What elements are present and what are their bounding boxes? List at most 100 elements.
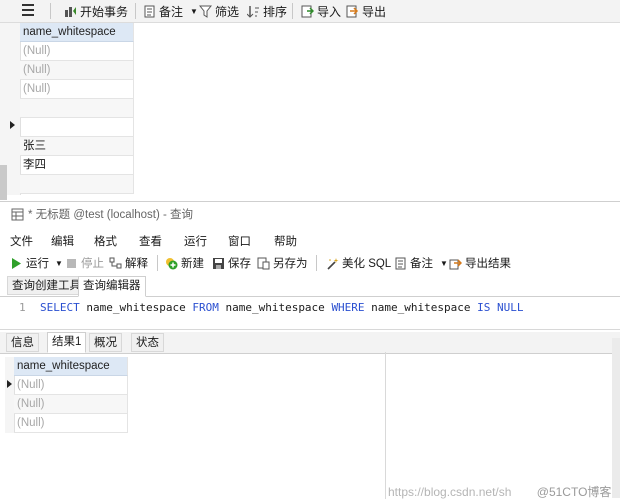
sort-icon: [246, 5, 260, 18]
menu-window[interactable]: 窗口: [228, 233, 251, 249]
sql-keyword: FROM: [192, 301, 219, 314]
save-as-icon: [257, 257, 270, 270]
menu-icon[interactable]: [22, 4, 34, 16]
magic-wand-icon: [326, 257, 339, 270]
table-cell[interactable]: [20, 118, 134, 137]
dropdown-arrow-icon[interactable]: ▼: [55, 259, 63, 268]
query-table-icon: [11, 208, 24, 221]
begin-transaction-label: 开始事务: [80, 4, 129, 19]
explain-label: 解释: [125, 258, 148, 270]
column-header-name-whitespace[interactable]: name_whitespace: [20, 23, 134, 42]
explain-button[interactable]: 解释: [109, 255, 148, 271]
table-cell[interactable]: 李四: [20, 156, 134, 175]
menu-run[interactable]: 运行: [184, 233, 207, 249]
sql-statement[interactable]: SELECT name_whitespace FROM name_whitesp…: [40, 301, 524, 314]
result-table-cell[interactable]: (Null): [14, 395, 128, 414]
sql-identifier: name_whitespace: [364, 301, 478, 314]
scrollbar[interactable]: [0, 165, 7, 200]
menu-file[interactable]: 文件: [10, 233, 33, 249]
explain-icon: [109, 257, 122, 270]
menu-view[interactable]: 查看: [139, 233, 162, 249]
filter-icon: [198, 5, 213, 18]
stop-icon: [65, 257, 78, 270]
filter-label: 筛选: [215, 4, 240, 19]
import-button[interactable]: 导入: [301, 3, 341, 19]
table-cell[interactable]: 张三: [20, 137, 134, 156]
table-cell[interactable]: (Null): [20, 42, 134, 61]
stop-button[interactable]: 停止: [65, 255, 104, 271]
table-toolbar: 开始事务 备注 ▼ 筛选 排序 导入 导出: [0, 0, 620, 23]
query-window: * 无标题 @test (localhost) - 查询 文件 编辑 格式 查看…: [0, 201, 620, 501]
tab-info[interactable]: 信息: [6, 333, 39, 352]
toolbar-divider: [157, 255, 158, 271]
new-query-button[interactable]: 新建: [165, 255, 204, 271]
tab-result1[interactable]: 结果1: [47, 332, 87, 353]
table-cell[interactable]: (Null): [20, 61, 134, 80]
document-icon: [143, 5, 156, 18]
table-grid: name_whitespace (Null) (Null) (Null) 张三 …: [20, 23, 134, 194]
save-icon: [212, 257, 225, 270]
panel-divider: [385, 352, 386, 499]
toolbar-divider: [316, 255, 317, 271]
sql-keyword: SELECT: [40, 301, 80, 314]
watermark-url: https://blog.csdn.net/sh: [388, 485, 512, 499]
toolbar-divider: [292, 3, 293, 19]
tab-overview[interactable]: 概况: [89, 333, 122, 352]
menu-edit[interactable]: 编辑: [51, 233, 74, 249]
result-tab-bar: 信息 结果1 概况 状态: [0, 332, 620, 354]
toolbar-divider: [135, 3, 136, 19]
begin-transaction-button[interactable]: 开始事务: [64, 3, 128, 19]
transaction-icon: [64, 5, 77, 18]
import-label: 导入: [317, 4, 342, 19]
save-label: 保存: [228, 258, 251, 270]
table-cell[interactable]: (Null): [20, 80, 134, 99]
table-cell[interactable]: [20, 99, 134, 118]
document-icon: [394, 257, 407, 270]
sql-keyword: IS: [477, 301, 491, 314]
query-toolbar: 运行 ▼ 停止 解释 新建 保存 另存为 美化 SQL 备注 ▼ 导出结果: [0, 251, 620, 275]
run-button[interactable]: 运行 ▼: [10, 255, 63, 271]
result-table-cell[interactable]: (Null): [14, 376, 128, 395]
menu-format[interactable]: 格式: [94, 233, 117, 249]
table-cell[interactable]: [20, 175, 134, 194]
notes-button[interactable]: 备注 ▼: [143, 3, 198, 19]
export-result-icon: [449, 257, 463, 270]
save-as-label: 另存为: [273, 258, 308, 270]
sql-identifier: name_whitespace: [218, 301, 332, 314]
save-button[interactable]: 保存: [212, 255, 251, 271]
result-table-cell[interactable]: (Null): [14, 414, 128, 433]
result-column-header-name-whitespace[interactable]: name_whitespace: [14, 357, 128, 376]
stop-label: 停止: [81, 258, 104, 270]
export-icon: [346, 5, 359, 18]
menu-help[interactable]: 帮助: [274, 233, 297, 249]
dropdown-arrow-icon[interactable]: ▼: [190, 7, 198, 16]
new-label: 新建: [181, 258, 204, 270]
save-as-button[interactable]: 另存为: [257, 255, 308, 271]
tab-status[interactable]: 状态: [131, 333, 164, 352]
current-row-indicator-icon: [7, 380, 12, 388]
query-notes-button[interactable]: 备注 ▼: [394, 255, 448, 271]
sql-keyword: NULL: [497, 301, 524, 314]
toolbar-divider: [50, 3, 51, 19]
export-button[interactable]: 导出: [346, 3, 386, 19]
result-grid: name_whitespace (Null) (Null) (Null): [14, 357, 128, 433]
tab-query-builder[interactable]: 查询创建工具: [7, 276, 86, 295]
beautify-sql-button[interactable]: 美化 SQL: [326, 255, 391, 271]
scrollbar[interactable]: [612, 338, 620, 498]
tab-query-editor[interactable]: 查询编辑器: [78, 276, 146, 297]
watermark-logo: @51CTO博客: [536, 485, 612, 499]
sql-identifier: name_whitespace: [79, 301, 193, 314]
play-icon: [10, 257, 23, 270]
sort-button[interactable]: 排序: [246, 3, 288, 19]
filter-button[interactable]: 筛选: [198, 3, 240, 19]
import-icon: [301, 5, 315, 18]
export-label: 导出: [362, 4, 387, 19]
dropdown-arrow-icon[interactable]: ▼: [440, 259, 448, 268]
line-number: 1: [19, 301, 26, 314]
sort-label: 排序: [263, 4, 288, 19]
sql-editor[interactable]: 1 SELECT name_whitespace FROM name_white…: [0, 297, 620, 330]
export-result-button[interactable]: 导出结果: [449, 255, 511, 271]
query-notes-label: 备注: [410, 258, 433, 270]
editor-tab-bar: 查询创建工具 查询编辑器: [0, 276, 620, 297]
current-row-indicator-icon: [10, 121, 15, 129]
